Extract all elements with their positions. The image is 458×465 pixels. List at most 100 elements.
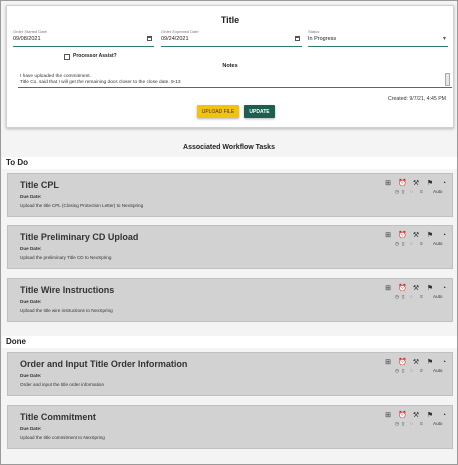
task-title: Order and Input Title Order Information	[20, 359, 188, 369]
alarm-clock-icon[interactable]: ⏰	[398, 232, 407, 240]
gavel-icon[interactable]: ⚒	[412, 232, 420, 240]
task-due-date-label: Due Date:	[20, 373, 42, 378]
notes-textarea[interactable]: I have uploaded the commitment. Title Co…	[18, 73, 452, 88]
gavel-icon[interactable]: ⚒	[412, 412, 420, 420]
task-due-date-label: Due Date:	[20, 426, 42, 431]
textarea-resize-handle[interactable]	[445, 73, 450, 86]
document-icon: ▯	[402, 368, 405, 373]
task-title: Title Preliminary CD Upload	[20, 232, 139, 242]
created-timestamp: Created: 9/7/21, 4:45 PM	[388, 96, 446, 102]
task-actions: ⊞ ⏰ ⚒ ⚑ ◔	[384, 412, 450, 420]
list-icon: ≡	[420, 421, 423, 426]
notes-text: I have uploaded the commitment. Title Co…	[20, 74, 181, 85]
status-value: In Progress	[308, 36, 337, 42]
document-icon: ▯	[402, 294, 405, 299]
task-card[interactable]: Order and Input Title Order Information …	[7, 352, 453, 396]
list-icon: ≡	[420, 241, 423, 246]
comment-icon: ◌	[410, 421, 413, 426]
app-frame: Title Order Started Date 09/08/2021 Orde…	[0, 0, 458, 465]
sitemap-icon[interactable]: ⊞	[384, 285, 392, 293]
alarm-clock-icon[interactable]: ⏰	[398, 180, 407, 188]
gauge-icon[interactable]: ◔	[440, 359, 448, 367]
clock-icon: ◷	[395, 241, 400, 246]
calendar-icon[interactable]	[147, 36, 152, 43]
calendar-icon[interactable]	[295, 36, 300, 43]
alarm-clock-icon[interactable]: ⏰	[398, 285, 407, 293]
status-select[interactable]: Status In Progress ▾	[308, 29, 448, 47]
comment-icon: ◌	[410, 241, 413, 246]
sitemap-icon[interactable]: ⊞	[384, 412, 392, 420]
comment-icon: ◌	[410, 189, 413, 194]
gauge-icon[interactable]: ◔	[440, 285, 448, 293]
workflow-section-title: Associated Workflow Tasks	[183, 144, 275, 151]
task-status-indicators: ◷ ▯ ◌ ≡ Auto	[395, 368, 451, 374]
alarm-clock-icon[interactable]: ⏰	[398, 412, 407, 420]
task-card[interactable]: Title Wire Instructions Due Date: Upload…	[7, 278, 453, 322]
task-due-date-label: Due Date:	[20, 246, 42, 251]
gavel-icon[interactable]: ⚒	[412, 180, 420, 188]
list-icon: ≡	[420, 294, 423, 299]
list-icon: ≡	[420, 368, 423, 373]
gavel-icon[interactable]: ⚒	[412, 285, 420, 293]
task-status-indicators: ◷ ▯ ◌ ≡ Auto	[395, 241, 451, 247]
task-mode: Auto	[433, 368, 443, 373]
upload-file-button[interactable]: UPLOAD FILE	[197, 105, 239, 118]
list-icon: ≡	[420, 189, 423, 194]
group-header-done: Done	[2, 336, 457, 348]
task-description: Order and input the title order informat…	[20, 382, 105, 387]
task-card[interactable]: Title CPL Due Date: Upload the title CPL…	[7, 173, 453, 217]
task-card[interactable]: Title Commitment Due Date: Upload the ti…	[7, 405, 453, 449]
task-description: Upload the title commitment to NexSpring	[20, 435, 105, 440]
gauge-icon[interactable]: ◔	[440, 232, 448, 240]
chevron-down-icon[interactable]: ▾	[443, 36, 446, 42]
task-title: Title CPL	[20, 180, 59, 190]
task-actions: ⊞ ⏰ ⚒ ⚑ ◔	[384, 285, 450, 293]
clock-icon: ◷	[395, 189, 400, 194]
order-started-date-field[interactable]: Order Started Date 09/08/2021	[13, 29, 154, 47]
task-description: Upload the title CPL (Closing Protection…	[20, 203, 144, 208]
title-form-card: Title Order Started Date 09/08/2021 Orde…	[6, 5, 454, 128]
group-header-to-do: To Do	[2, 157, 457, 169]
comment-icon: ◌	[410, 294, 413, 299]
form-title: Title	[220, 15, 240, 25]
flag-icon[interactable]: ⚑	[426, 232, 434, 240]
order-started-date-value: 09/08/2021	[13, 36, 41, 42]
gavel-icon[interactable]: ⚒	[412, 359, 420, 367]
task-card[interactable]: Title Preliminary CD Upload Due Date: Up…	[7, 225, 453, 269]
comment-icon: ◌	[410, 368, 413, 373]
clock-icon: ◷	[395, 421, 400, 426]
gauge-icon[interactable]: ◔	[440, 412, 448, 420]
processor-assist-label: Processor Assist?	[73, 53, 117, 59]
task-due-date-label: Due Date:	[20, 299, 42, 304]
clock-icon: ◷	[395, 294, 400, 299]
task-description: Upload the preliminary Title CD to NexSp…	[20, 255, 112, 260]
flag-icon[interactable]: ⚑	[426, 285, 434, 293]
task-mode: Auto	[433, 241, 443, 246]
document-icon: ▯	[402, 421, 405, 426]
task-mode: Auto	[433, 189, 443, 194]
task-actions: ⊞ ⏰ ⚒ ⚑ ◔	[384, 359, 450, 367]
order-expected-date-label: Order Expected Date	[161, 29, 199, 34]
task-mode: Auto	[433, 421, 443, 426]
sitemap-icon[interactable]: ⊞	[384, 359, 392, 367]
task-description: Upload the title wire instructions to Ne…	[20, 308, 113, 313]
clock-icon: ◷	[395, 368, 400, 373]
notes-label: Notes	[222, 63, 238, 69]
flag-icon[interactable]: ⚑	[426, 359, 434, 367]
task-mode: Auto	[433, 294, 443, 299]
document-icon: ▯	[402, 241, 405, 246]
flag-icon[interactable]: ⚑	[426, 180, 434, 188]
alarm-clock-icon[interactable]: ⏰	[398, 359, 407, 367]
update-button[interactable]: UPDATE	[244, 105, 275, 118]
order-started-date-label: Order Started Date	[13, 29, 47, 34]
task-status-indicators: ◷ ▯ ◌ ≡ Auto	[395, 189, 451, 195]
task-actions: ⊞ ⏰ ⚒ ⚑ ◔	[384, 232, 450, 240]
sitemap-icon[interactable]: ⊞	[384, 180, 392, 188]
processor-assist-checkbox[interactable]	[64, 54, 70, 60]
order-expected-date-field[interactable]: Order Expected Date 09/24/2021	[161, 29, 302, 47]
task-status-indicators: ◷ ▯ ◌ ≡ Auto	[395, 421, 451, 427]
sitemap-icon[interactable]: ⊞	[384, 232, 392, 240]
flag-icon[interactable]: ⚑	[426, 412, 434, 420]
gauge-icon[interactable]: ◔	[440, 180, 448, 188]
task-status-indicators: ◷ ▯ ◌ ≡ Auto	[395, 294, 451, 300]
